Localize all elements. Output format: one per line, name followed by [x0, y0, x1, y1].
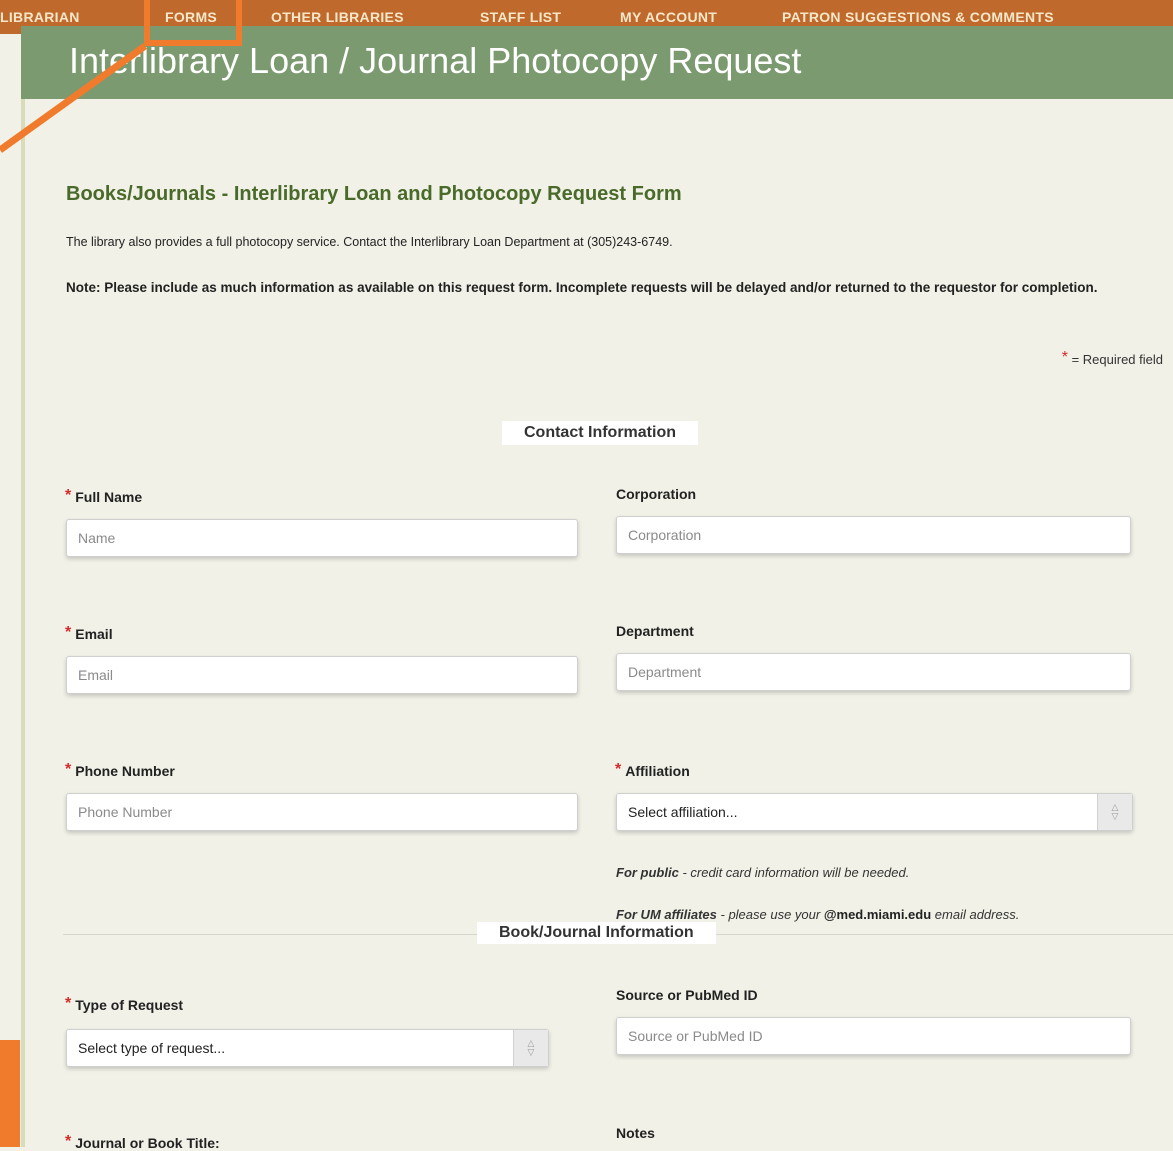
full-name-input[interactable] [66, 519, 578, 557]
corporation-label: Corporation [616, 486, 697, 502]
callout-side-bar [0, 1040, 20, 1147]
full-name-label: * Full Name [65, 487, 143, 505]
journal-title-label: * Journal or Book Title: [65, 1133, 220, 1151]
form-heading: Books/Journals - Interlibrary Loan and P… [66, 183, 682, 205]
select-arrows-icon: △ ▽ [513, 1030, 548, 1066]
hint-public: For public - credit card information wil… [616, 865, 910, 880]
affiliation-selected: Select affiliation... [628, 804, 738, 820]
main-content: Books/Journals - Interlibrary Loan and P… [25, 99, 1173, 1151]
type-of-request-label: * Type of Request [65, 995, 184, 1013]
department-input[interactable] [616, 653, 1131, 691]
required-asterisk: * [1061, 349, 1068, 366]
corporation-input[interactable] [616, 516, 1131, 554]
source-input[interactable] [616, 1017, 1131, 1055]
affiliation-label: * Affiliation [615, 761, 690, 779]
email-input[interactable] [66, 656, 578, 694]
phone-label: * Phone Number [65, 761, 175, 779]
nav-other-libraries[interactable]: OTHER LIBRARIES [271, 0, 404, 25]
note-text: Note: Please include as much information… [66, 280, 1098, 295]
select-arrows-icon: △ ▽ [1097, 794, 1132, 830]
source-label: Source or PubMed ID [616, 987, 758, 1003]
type-of-request-selected: Select type of request... [78, 1040, 226, 1056]
callout-arrow-line [0, 43, 148, 153]
required-legend: * = Required field [1062, 349, 1163, 367]
affiliation-select[interactable]: Select affiliation... △ ▽ [616, 793, 1133, 831]
phone-input[interactable] [66, 793, 578, 831]
nav-my-account[interactable]: MY ACCOUNT [620, 0, 717, 25]
section-contact-information: Contact Information [502, 421, 698, 445]
email-label: * Email [65, 624, 113, 642]
required-legend-text: = Required field [1071, 352, 1163, 367]
hint-um-affiliates: For UM affiliates - please use your @med… [616, 907, 1020, 922]
intro-text: The library also provides a full photoco… [66, 235, 673, 249]
notes-label: Notes [616, 1125, 655, 1141]
nav-staff-list[interactable]: STAFF LIST [480, 0, 561, 25]
section-book-journal-information: Book/Journal Information [477, 922, 716, 944]
type-of-request-select[interactable]: Select type of request... △ ▽ [66, 1029, 549, 1067]
nav-patron-suggestions[interactable]: PATRON SUGGESTIONS & COMMENTS [782, 0, 1054, 25]
department-label: Department [616, 623, 694, 639]
